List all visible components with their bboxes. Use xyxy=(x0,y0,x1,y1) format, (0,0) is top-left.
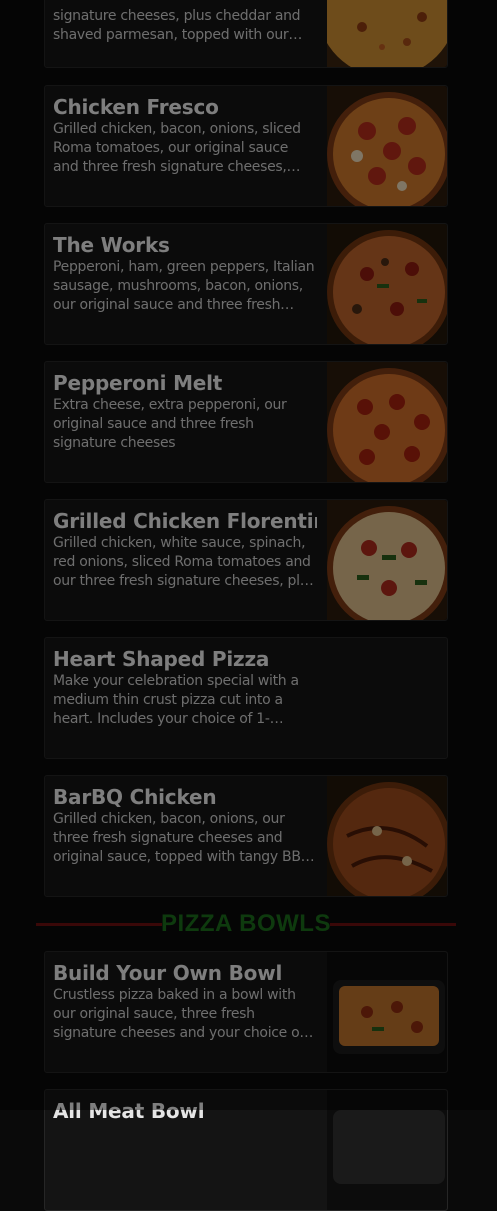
menu-item-title: All Meat Bowl xyxy=(53,1099,205,1123)
menu-item-title: The Works xyxy=(53,233,170,257)
menu-item-description: Pepperoni, ham, green peppers, Italian s… xyxy=(53,259,315,313)
pizza-image xyxy=(327,0,447,67)
menu-item-title: Pepperoni Melt xyxy=(53,371,223,395)
menu-item-card[interactable]: signature cheeses, plus cheddar and shav… xyxy=(44,0,448,68)
menu-item-description: Grilled chicken, white sauce, spinach, r… xyxy=(53,535,316,589)
menu-item-card[interactable]: Grilled Chicken Florentine Grilled chick… xyxy=(44,499,448,621)
section-divider-right xyxy=(330,923,456,926)
menu-item-title: BarBQ Chicken xyxy=(53,785,217,809)
menu-item-description: Make your celebration special with a med… xyxy=(53,673,299,727)
menu-item-text: Heart Shaped Pizza Make your celebration… xyxy=(53,646,317,729)
bowl-image xyxy=(327,1090,447,1210)
menu-item-card[interactable]: All Meat Bowl xyxy=(44,1089,448,1211)
pizza-image xyxy=(327,500,447,620)
menu-item-text: All Meat Bowl xyxy=(53,1098,317,1124)
menu-item-text: Build Your Own Bowl Crustless pizza bake… xyxy=(53,960,317,1043)
menu-item-card[interactable]: The Works Pepperoni, ham, green peppers,… xyxy=(44,223,448,345)
section-header-pizza-bowls: PIZZA BOWLS xyxy=(36,906,456,942)
pizza-image xyxy=(327,224,447,344)
menu-item-title: Heart Shaped Pizza xyxy=(53,647,270,671)
menu-item-description: signature cheeses, plus cheddar and shav… xyxy=(53,8,303,43)
menu-item-title: Grilled Chicken Florentine xyxy=(53,509,317,533)
menu-item-card[interactable]: Pepperoni Melt Extra cheese, extra peppe… xyxy=(44,361,448,483)
menu-item-title: Build Your Own Bowl xyxy=(53,961,283,985)
menu-item-text: Chicken Fresco Grilled chicken, bacon, o… xyxy=(53,94,317,177)
menu-item-description: Grilled chicken, bacon, onions, sliced R… xyxy=(53,121,301,175)
pizza-image xyxy=(327,86,447,206)
menu-item-text: Grilled Chicken Florentine Grilled chick… xyxy=(53,508,317,591)
menu-item-text: BarBQ Chicken Grilled chicken, bacon, on… xyxy=(53,784,317,867)
menu-item-text: Pepperoni Melt Extra cheese, extra peppe… xyxy=(53,370,317,453)
menu-item-description: Crustless pizza baked in a bowl with our… xyxy=(53,987,317,1041)
pizza-image xyxy=(327,362,447,482)
menu-item-text: The Works Pepperoni, ham, green peppers,… xyxy=(53,232,317,315)
menu-item-title: Chicken Fresco xyxy=(53,95,219,119)
menu-item-card[interactable]: BarBQ Chicken Grilled chicken, bacon, on… xyxy=(44,775,448,897)
menu-item-description: Extra cheese, extra pepperoni, our origi… xyxy=(53,397,287,451)
menu-item-card[interactable]: Heart Shaped Pizza Make your celebration… xyxy=(44,637,448,759)
menu-item-text: signature cheeses, plus cheddar and shav… xyxy=(53,7,317,45)
menu-item-card[interactable]: Build Your Own Bowl Crustless pizza bake… xyxy=(44,951,448,1073)
menu-item-description: Grilled chicken, bacon, onions, our thre… xyxy=(53,811,312,865)
pizza-image xyxy=(327,776,447,896)
menu-item-card[interactable]: Chicken Fresco Grilled chicken, bacon, o… xyxy=(44,85,448,207)
bowl-image xyxy=(327,952,447,1072)
